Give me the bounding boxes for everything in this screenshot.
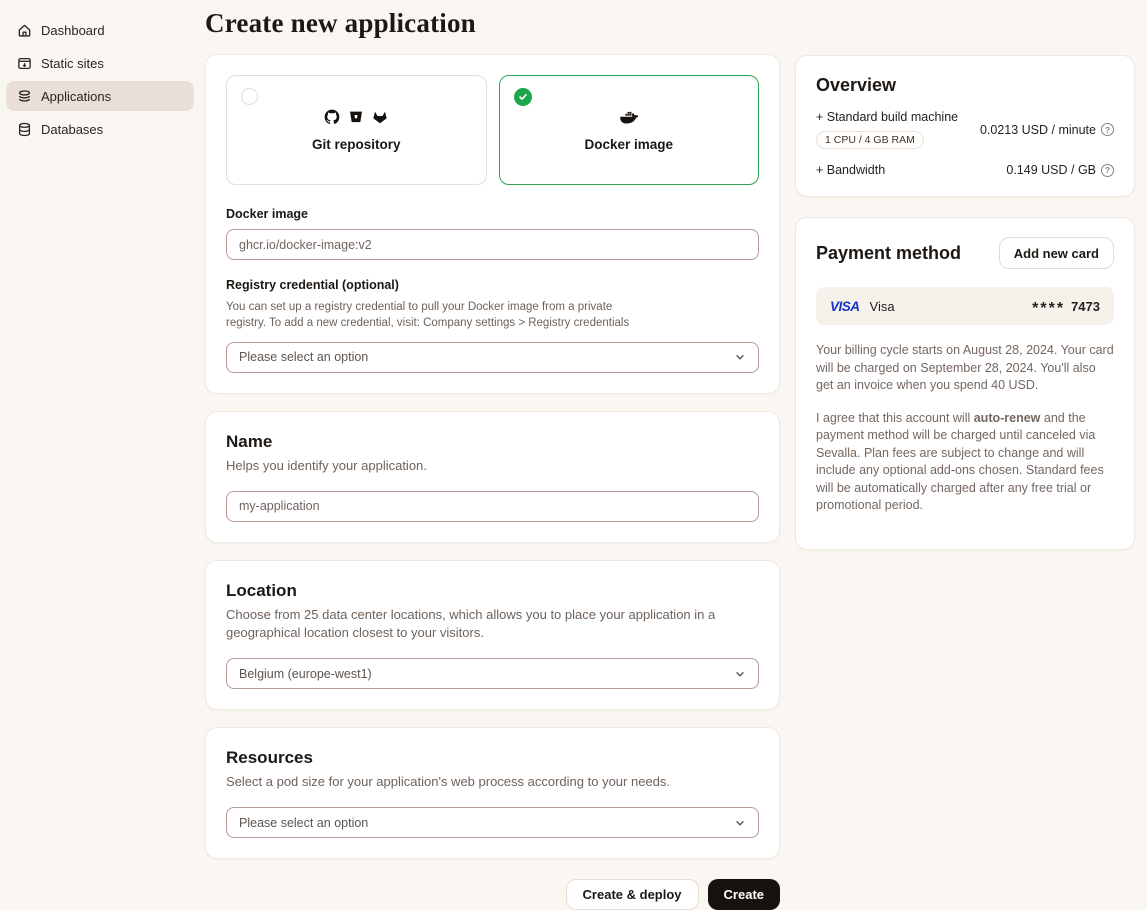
bandwidth-price: 0.149 USD / GB [1006,163,1096,177]
select-value: Belgium (europe-west1) [239,667,372,681]
bitbucket-icon [349,110,363,124]
card-brand-name: Visa [870,299,895,314]
location-description: Choose from 25 data center locations, wh… [226,606,746,644]
billing-cycle-text: Your billing cycle starts on August 28, … [816,342,1114,395]
location-select[interactable]: Belgium (europe-west1) [226,658,759,689]
database-icon [17,122,32,137]
gitlab-icon [372,109,388,125]
sidebar-item-applications[interactable]: Applications [6,81,194,111]
build-machine-price: 0.0213 USD / minute [980,123,1096,137]
create-and-deploy-button[interactable]: Create & deploy [566,879,699,910]
docker-icon [619,109,638,124]
location-title: Location [226,581,759,601]
sidebar-item-dashboard[interactable]: Dashboard [6,15,194,45]
overview-row-bandwidth: + Bandwidth 0.149 USD / GB ? [816,163,1114,177]
payment-title: Payment method [816,243,961,264]
help-icon[interactable]: ? [1101,164,1114,177]
select-value: Please select an option [239,350,368,364]
sidebar-item-label: Dashboard [41,23,105,38]
option-label: Docker image [584,137,673,152]
option-docker-image[interactable]: Docker image [499,75,760,185]
sidebar-item-static-sites[interactable]: Static sites [6,48,194,78]
source-options: Git repository Docker image [226,75,759,185]
docker-image-input[interactable] [226,229,759,260]
visa-logo: VISA [830,299,860,314]
page-title: Create new application [205,8,780,39]
sidebar-item-label: Databases [41,122,103,137]
overview-title: Overview [816,75,1114,96]
overview-row-build-machine: + Standard build machine 1 CPU / 4 GB RA… [816,110,1114,149]
name-title: Name [226,432,759,452]
docker-image-label: Docker image [226,207,759,221]
footer-actions: Create & deploy Create [205,879,780,910]
source-card: Git repository Docker image Docker image… [205,54,780,394]
application-name-input[interactable] [226,491,759,522]
sidebar-item-label: Applications [41,89,111,104]
radio-unselected-icon[interactable] [241,88,258,105]
machine-spec-badge: 1 CPU / 4 GB RAM [816,131,924,149]
check-circle-icon[interactable] [514,88,532,106]
add-new-card-button[interactable]: Add new card [999,237,1114,269]
chevron-down-icon [734,817,746,829]
browser-icon [17,56,32,71]
registry-credential-label: Registry credential (optional) [226,278,759,292]
resources-card: Resources Select a pod size for your app… [205,727,780,859]
git-provider-icons [324,109,388,125]
resources-description: Select a pod size for your application's… [226,773,746,792]
app-stack-icon [17,89,32,104]
bandwidth-label: + Bandwidth [816,163,885,177]
create-button[interactable]: Create [708,879,780,910]
name-card: Name Helps you identify your application… [205,411,780,543]
sidebar-item-databases[interactable]: Databases [6,114,194,144]
home-icon [17,23,32,38]
resources-title: Resources [226,748,759,768]
resources-select[interactable]: Please select an option [226,807,759,838]
registry-credential-help: You can set up a registry credential to … [226,300,759,332]
option-git-repository[interactable]: Git repository [226,75,487,185]
main-content: Create new application Git repository [205,0,780,910]
chevron-down-icon [734,668,746,680]
sidebar-item-label: Static sites [41,56,104,71]
github-icon [324,109,340,125]
help-icon[interactable]: ? [1101,123,1114,136]
overview-card: Overview + Standard build machine 1 CPU … [795,55,1135,197]
sidebar: Dashboard Static sites Applications Data… [0,0,200,147]
docker-provider-icons [619,109,638,125]
select-value: Please select an option [239,816,368,830]
chevron-down-icon [734,351,746,363]
build-machine-label: + Standard build machine [816,110,958,124]
payment-card: Payment method Add new card VISA Visa **… [795,217,1135,550]
masked-card-number: **** 7473 [1032,297,1100,315]
saved-card-row[interactable]: VISA Visa **** 7473 [816,287,1114,325]
name-description: Helps you identify your application. [226,457,746,476]
location-card: Location Choose from 25 data center loca… [205,560,780,711]
option-label: Git repository [312,137,401,152]
summary-column: Overview + Standard build machine 1 CPU … [795,55,1135,570]
registry-credential-select[interactable]: Please select an option [226,342,759,373]
agreement-text: I agree that this account will auto-rene… [816,410,1114,515]
